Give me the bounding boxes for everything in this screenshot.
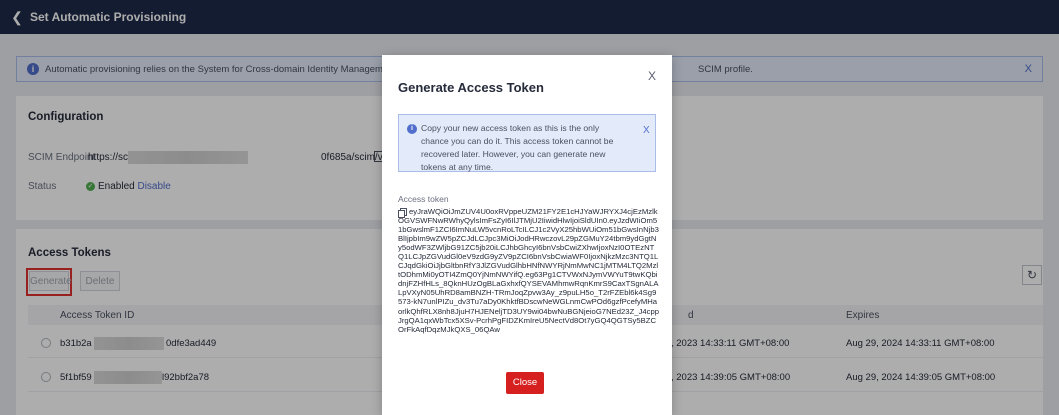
access-token-value[interactable]: eyJraWQiOiJmZUV4U0oxRVppeUZM21FY2E1cHJYa…	[398, 207, 660, 334]
copy-icon[interactable]	[398, 208, 407, 218]
generate-token-dialog: X Generate Access Token i Copy your new …	[382, 55, 672, 415]
close-icon[interactable]: X	[648, 69, 656, 83]
close-button[interactable]: Close	[506, 372, 544, 394]
access-token-label: Access token	[398, 194, 449, 204]
dialog-notice-text: Copy your new access token as this is th…	[421, 123, 614, 172]
info-icon: i	[407, 124, 417, 134]
dialog-title: Generate Access Token	[398, 80, 544, 95]
access-token-box: eyJraWQiOiJmZUV4U0oxRVppeUZM21FY2E1cHJYa…	[398, 207, 660, 347]
close-icon[interactable]: X	[643, 125, 650, 136]
dialog-notice: i Copy your new access token as this is …	[398, 114, 656, 172]
